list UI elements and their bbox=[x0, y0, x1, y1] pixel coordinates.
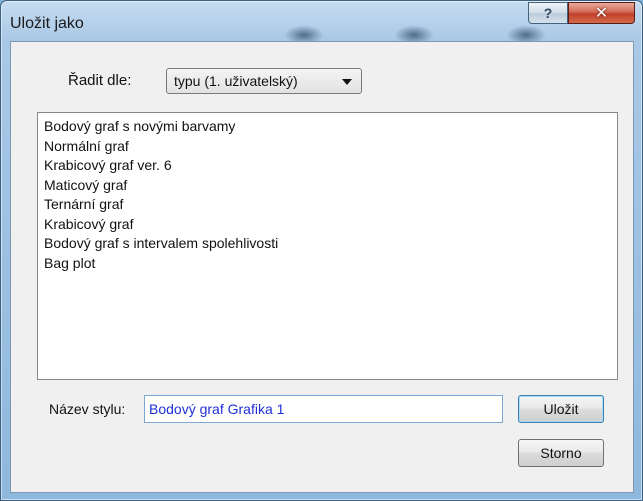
close-button[interactable]: ✕ bbox=[568, 2, 635, 24]
sort-dropdown-value: typu (1. uživatelský) bbox=[174, 73, 298, 89]
list-item[interactable]: Krabicový graf bbox=[44, 215, 617, 235]
sort-label: Řadit dle: bbox=[68, 72, 132, 89]
save-button[interactable]: Uložit bbox=[518, 395, 604, 423]
title-bar[interactable]: Uložit jako ? ✕ bbox=[1, 1, 642, 45]
help-button[interactable]: ? bbox=[528, 2, 568, 24]
chevron-down-icon bbox=[342, 79, 352, 85]
list-item[interactable]: Bag plot bbox=[44, 254, 617, 274]
save-as-dialog: Uložit jako ? ✕ Řadit dle: typu (1. uživ… bbox=[0, 0, 643, 501]
dialog-content: Řadit dle: typu (1. uživatelský) Bodový … bbox=[10, 41, 634, 493]
list-item[interactable]: Bodový graf s intervalem spolehlivosti bbox=[44, 234, 617, 254]
list-item[interactable]: Krabicový graf ver. 6 bbox=[44, 156, 617, 176]
style-name-input[interactable]: Bodový graf Grafika 1 bbox=[144, 395, 503, 423]
cancel-button[interactable]: Storno bbox=[518, 439, 604, 467]
list-item[interactable]: Maticový graf bbox=[44, 176, 617, 196]
help-icon: ? bbox=[543, 5, 553, 21]
window-title: Uložit jako bbox=[10, 15, 84, 32]
list-item[interactable]: Normální graf bbox=[44, 137, 617, 157]
list-item[interactable]: Ternární graf bbox=[44, 195, 617, 215]
style-name-label: Název stylu: bbox=[49, 401, 126, 417]
style-list[interactable]: Bodový graf s novými barvamy Normální gr… bbox=[37, 112, 618, 380]
list-item[interactable]: Bodový graf s novými barvamy bbox=[44, 117, 617, 137]
close-icon: ✕ bbox=[594, 5, 609, 22]
sort-dropdown[interactable]: typu (1. uživatelský) bbox=[166, 68, 362, 94]
